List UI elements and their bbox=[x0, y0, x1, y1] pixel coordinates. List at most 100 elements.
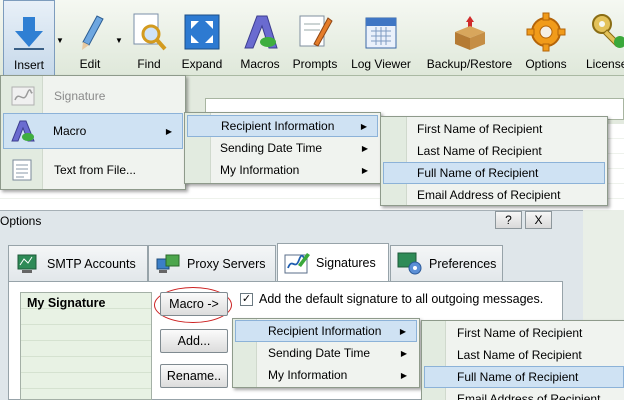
dialog-recipient-submenu-item-label: Full Name of Recipient bbox=[457, 370, 579, 384]
signature-list[interactable]: My Signature bbox=[20, 292, 152, 400]
dialog-recipient-submenu-item-label: Last Name of Recipient bbox=[457, 348, 582, 362]
recipient-submenu-item-email-address[interactable]: Email Address of Recipient bbox=[383, 184, 605, 206]
submenu-arrow-icon: ▶ bbox=[400, 370, 407, 380]
proxy-servers-icon bbox=[155, 252, 181, 276]
macros-icon bbox=[238, 8, 282, 56]
dialog-macro-submenu-item-my-information[interactable]: My Information ▶ bbox=[235, 364, 417, 386]
insert-label: Insert bbox=[13, 58, 44, 72]
main-toolbar: Insert ▼ Edit ▼ Find Expand Macros Promp… bbox=[0, 0, 624, 76]
find-button[interactable]: Find bbox=[123, 0, 175, 76]
insert-menu-item-label: Macro bbox=[53, 124, 87, 138]
tab-label: SMTP Accounts bbox=[47, 256, 136, 271]
edit-label: Edit bbox=[79, 57, 101, 71]
dialog-macro-submenu: Recipient Information ▶ Sending Date Tim… bbox=[232, 318, 420, 388]
gear-icon bbox=[524, 8, 568, 56]
insert-menu-item-signature[interactable]: Signature bbox=[3, 82, 183, 110]
options-button[interactable]: Options bbox=[521, 0, 571, 76]
dialog-recipient-submenu-item-last-name[interactable]: Last Name of Recipient bbox=[424, 344, 622, 366]
submenu-arrow-icon: ▶ bbox=[361, 143, 368, 153]
dialog-macro-submenu-item-label: Recipient Information bbox=[268, 324, 382, 338]
macro-button[interactable]: Macro -> bbox=[160, 292, 228, 316]
recipient-submenu-item-full-name[interactable]: Full Name of Recipient bbox=[383, 162, 605, 184]
dialog-recipient-submenu-item-email-address[interactable]: Email Address of Recipient bbox=[424, 388, 622, 400]
dialog-recipient-submenu-item-label: Email Address of Recipient bbox=[457, 392, 601, 400]
macro-icon bbox=[10, 119, 36, 146]
license-label: License bbox=[586, 57, 624, 71]
edit-dropdown-arrow-icon[interactable]: ▼ bbox=[115, 36, 123, 45]
dialog-macro-submenu-item-label: My Information bbox=[268, 368, 348, 382]
add-button[interactable]: Add... bbox=[160, 329, 228, 353]
macro-submenu-item-label: Recipient Information bbox=[221, 119, 335, 133]
dialog-macro-submenu-item-recipient-information[interactable]: Recipient Information ▶ bbox=[235, 320, 417, 342]
prompts-button[interactable]: Prompts bbox=[288, 0, 342, 76]
insert-menu-item-label: Text from File... bbox=[54, 163, 137, 177]
calendar-icon bbox=[359, 8, 403, 56]
tab-label: Proxy Servers bbox=[187, 256, 266, 271]
macro-submenu-item-my-information[interactable]: My Information ▶ bbox=[187, 159, 378, 181]
key-icon bbox=[587, 8, 624, 56]
signature-icon bbox=[11, 86, 35, 109]
help-button[interactable]: ? bbox=[495, 211, 522, 229]
recipient-submenu: First Name of Recipient Last Name of Rec… bbox=[380, 116, 608, 206]
macro-submenu-item-recipient-information[interactable]: Recipient Information ▶ bbox=[187, 115, 378, 137]
tab-label: Preferences bbox=[429, 256, 497, 271]
license-button[interactable]: License bbox=[578, 0, 624, 76]
dialog-recipient-submenu-item-label: First Name of Recipient bbox=[457, 326, 583, 340]
dialog-macro-submenu-item-label: Sending Date Time bbox=[268, 346, 371, 360]
signatures-icon bbox=[284, 251, 310, 275]
macros-label: Macros bbox=[240, 57, 280, 71]
options-label: Options bbox=[525, 57, 567, 71]
macro-submenu-item-label: Sending Date Time bbox=[220, 141, 323, 155]
log-viewer-label: Log Viewer bbox=[351, 57, 411, 71]
edit-button[interactable]: Edit bbox=[64, 0, 116, 76]
prompts-label: Prompts bbox=[292, 57, 338, 71]
macro-submenu: Recipient Information ▶ Sending Date Tim… bbox=[184, 112, 381, 184]
tab-smtp-accounts[interactable]: SMTP Accounts bbox=[8, 245, 148, 281]
insert-menu-item-label: Signature bbox=[54, 89, 106, 103]
recipient-submenu-item-label: Last Name of Recipient bbox=[417, 144, 542, 158]
submenu-arrow-icon: ▶ bbox=[400, 348, 407, 358]
expand-icon bbox=[180, 8, 224, 56]
recipient-submenu-item-label: Full Name of Recipient bbox=[417, 166, 539, 180]
submenu-arrow-icon: ▶ bbox=[361, 165, 368, 175]
signature-list-item-my-signature[interactable]: My Signature bbox=[27, 296, 106, 310]
magnifier-icon bbox=[127, 8, 171, 56]
default-signature-checkbox[interactable]: ✓ bbox=[240, 293, 253, 306]
expand-label: Expand bbox=[181, 57, 223, 71]
tab-preferences[interactable]: Preferences bbox=[390, 245, 503, 281]
recipient-submenu-item-label: Email Address of Recipient bbox=[417, 188, 561, 202]
default-signature-checkbox-label: Add the default signature to all outgoin… bbox=[259, 292, 544, 306]
options-dialog-title: Options bbox=[0, 214, 42, 228]
insert-button[interactable]: Insert bbox=[3, 0, 55, 76]
log-viewer-button[interactable]: Log Viewer bbox=[347, 0, 415, 76]
dialog-macro-submenu-item-sending-date-time[interactable]: Sending Date Time ▶ bbox=[235, 342, 417, 364]
pencil-icon bbox=[68, 8, 112, 56]
insert-dropdown-arrow-icon[interactable]: ▼ bbox=[56, 36, 64, 45]
macros-button[interactable]: Macros bbox=[236, 0, 284, 76]
find-label: Find bbox=[137, 57, 161, 71]
tab-signatures[interactable]: Signatures bbox=[277, 243, 389, 281]
backup-restore-button[interactable]: Backup/Restore bbox=[421, 0, 518, 76]
preferences-icon bbox=[397, 252, 423, 276]
rename-button[interactable]: Rename.. bbox=[160, 364, 228, 388]
macro-submenu-item-sending-date-time[interactable]: Sending Date Time ▶ bbox=[187, 137, 378, 159]
insert-menu-item-text-from-file[interactable]: Text from File... bbox=[3, 155, 183, 185]
insert-menu-item-macro[interactable]: Macro ▶ bbox=[3, 113, 183, 149]
dialog-recipient-submenu-item-first-name[interactable]: First Name of Recipient bbox=[424, 322, 622, 344]
tab-proxy-servers[interactable]: Proxy Servers bbox=[148, 245, 276, 281]
recipient-submenu-item-first-name[interactable]: First Name of Recipient bbox=[383, 118, 605, 140]
insert-menu: Signature Macro ▶ Text from File... bbox=[0, 75, 186, 190]
dialog-recipient-submenu-item-full-name[interactable]: Full Name of Recipient bbox=[424, 366, 624, 388]
tab-label: Signatures bbox=[316, 255, 376, 270]
prompts-icon bbox=[293, 8, 337, 56]
recipient-submenu-item-last-name[interactable]: Last Name of Recipient bbox=[383, 140, 605, 162]
backup-restore-label: Backup/Restore bbox=[426, 57, 513, 71]
submenu-arrow-icon: ▶ bbox=[360, 121, 367, 131]
dialog-recipient-submenu: First Name of Recipient Last Name of Rec… bbox=[421, 320, 624, 400]
expand-button[interactable]: Expand bbox=[177, 0, 227, 76]
text-file-icon bbox=[11, 159, 33, 184]
close-button[interactable]: X bbox=[525, 211, 552, 229]
submenu-arrow-icon: ▶ bbox=[399, 326, 406, 336]
smtp-icon bbox=[15, 252, 41, 276]
box-icon bbox=[448, 8, 492, 56]
